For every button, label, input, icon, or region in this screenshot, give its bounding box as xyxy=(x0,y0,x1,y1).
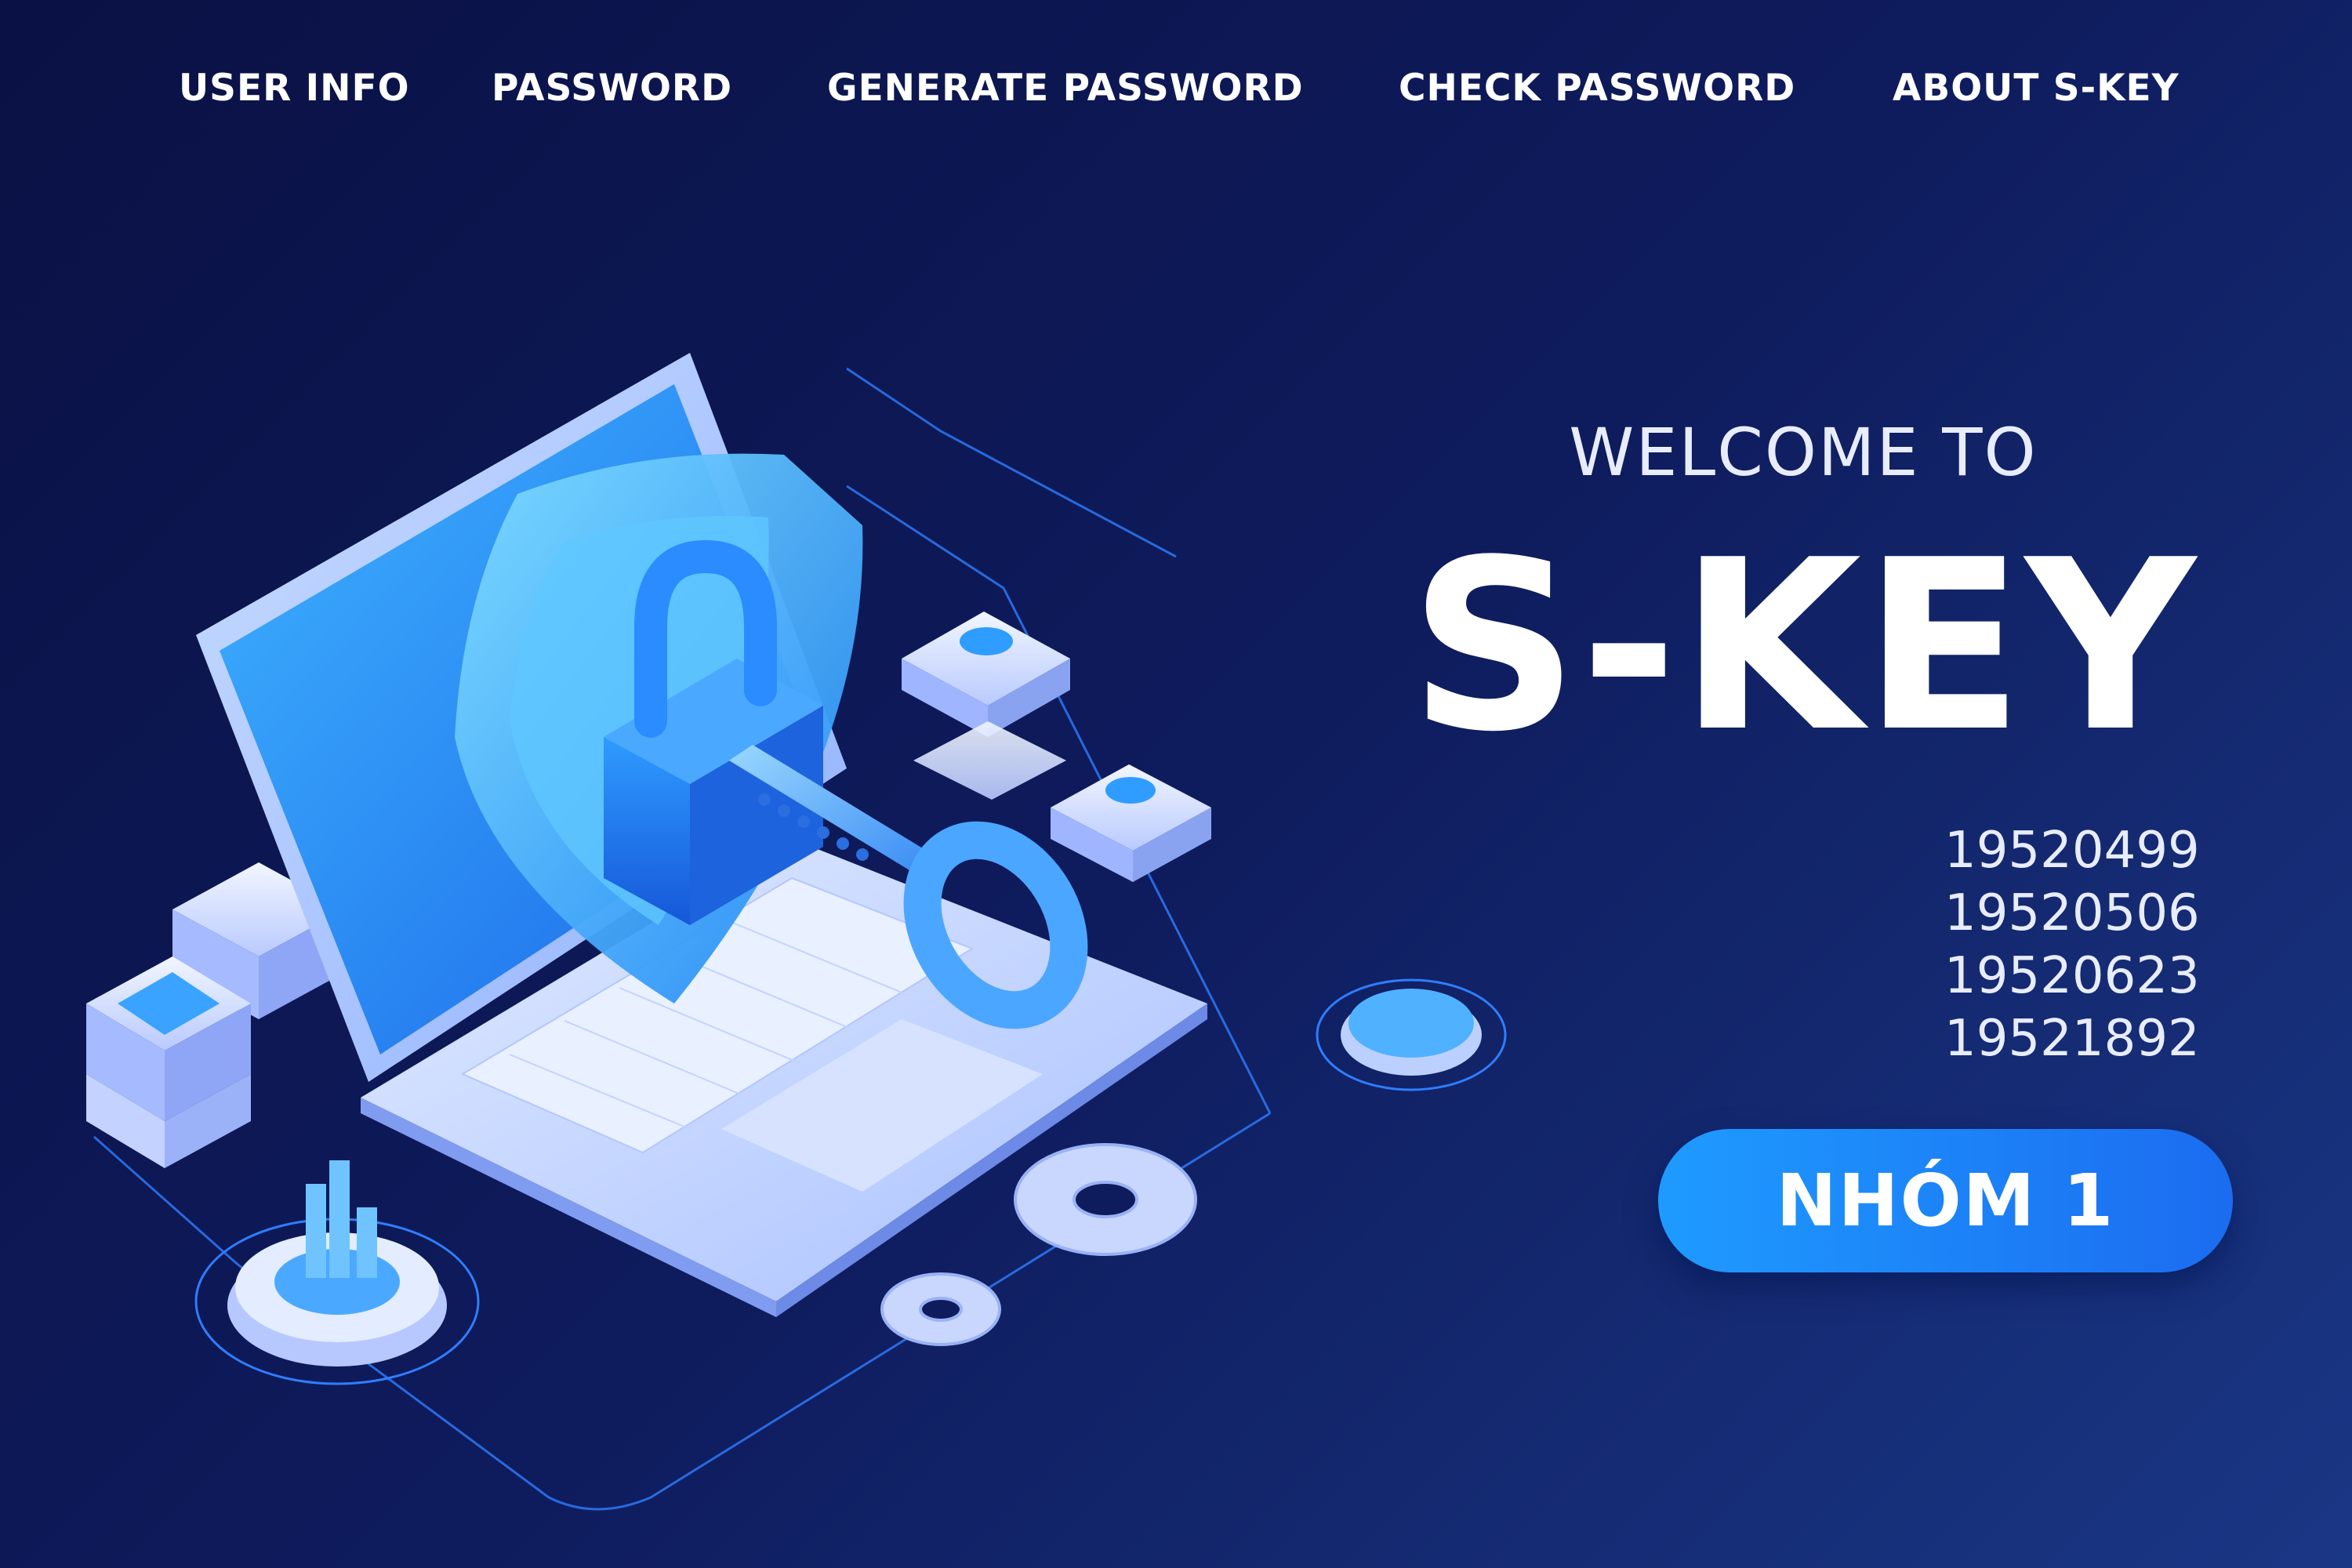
brand-title: S-KEY xyxy=(1409,510,2198,783)
bar-chart-icon xyxy=(306,1160,377,1278)
security-illustration xyxy=(86,353,1507,1511)
group-button-label: NHÓM 1 xyxy=(1776,1159,2115,1243)
student-id: 19520623 xyxy=(1944,947,2200,1005)
student-id-list: 19520499 19520506 19520623 19521892 xyxy=(1944,819,2200,1070)
student-id: 19520506 xyxy=(1944,884,2200,942)
student-id: 19520499 xyxy=(1944,822,2200,880)
student-id: 19521892 xyxy=(1944,1010,2200,1068)
nav-about-s-key[interactable]: ABOUT S-KEY xyxy=(1893,67,2180,110)
welcome-heading: WELCOME TO xyxy=(1569,414,2038,491)
disc-node-icon xyxy=(1316,978,1507,1091)
group-button[interactable]: NHÓM 1 xyxy=(1658,1129,2233,1272)
nav-check-password[interactable]: CHECK PASSWORD xyxy=(1399,67,1795,110)
nav-password[interactable]: PASSWORD xyxy=(492,67,732,110)
nav-generate-password[interactable]: GENERATE PASSWORD xyxy=(827,67,1304,110)
nav-user-info[interactable]: USER INFO xyxy=(179,67,410,110)
top-navigation: USER INFO PASSWORD GENERATE PASSWORD CHE… xyxy=(0,67,2352,129)
